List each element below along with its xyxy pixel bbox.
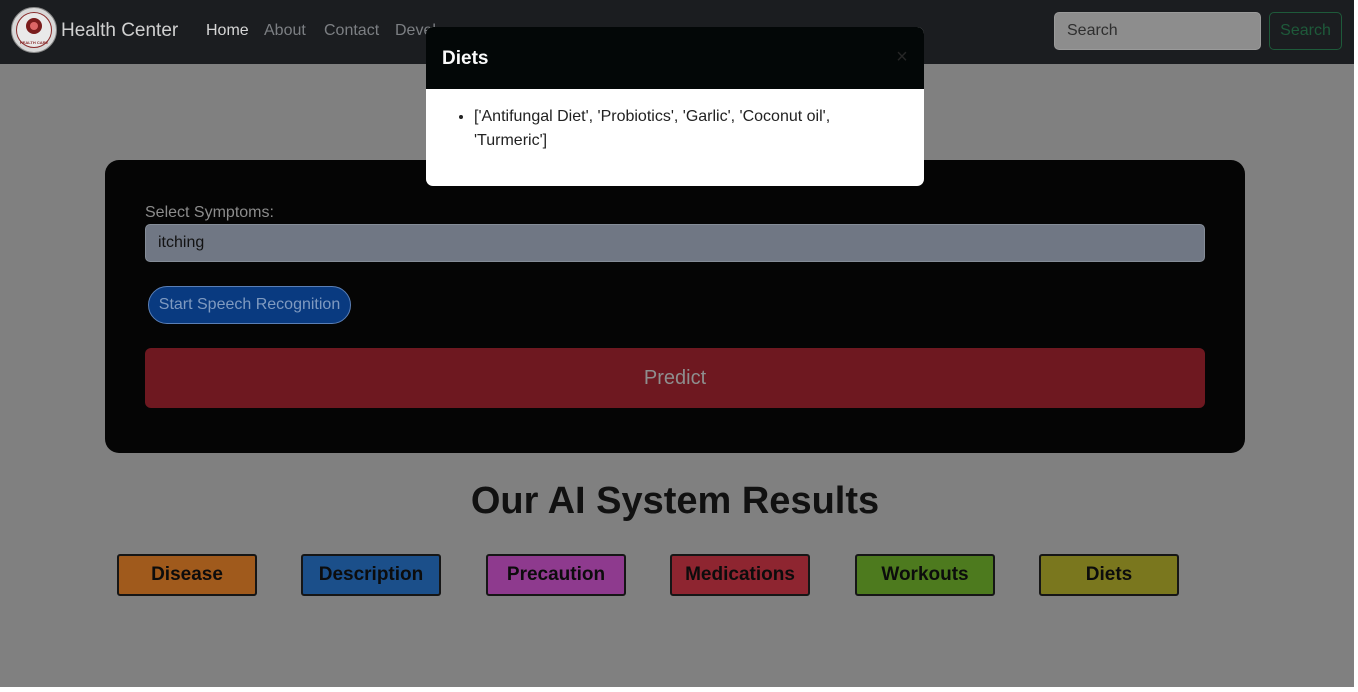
window-edge-bottom <box>0 687 1358 692</box>
health-center-logo[interactable]: HEALTH CARE <box>11 7 57 53</box>
start-speech-recognition-button[interactable]: Start Speech Recognition <box>148 286 351 324</box>
symptoms-label: Select Symptoms: <box>145 204 274 221</box>
disease-button[interactable]: Disease <box>117 554 257 596</box>
list-item: ['Antifungal Diet', 'Probiotics', 'Garli… <box>474 105 894 153</box>
modal-header: Diets × <box>426 27 924 89</box>
results-title: Our AI System Results <box>470 480 880 522</box>
modal-title: Diets <box>442 48 489 69</box>
close-icon[interactable]: × <box>892 47 912 67</box>
symptoms-input[interactable] <box>145 224 1205 262</box>
predict-button[interactable]: Predict <box>145 348 1205 408</box>
diets-button[interactable]: Diets <box>1039 554 1179 596</box>
precaution-button[interactable]: Precaution <box>486 554 626 596</box>
nav-link-home[interactable]: Home <box>206 22 249 40</box>
nav-link-about[interactable]: About <box>264 22 306 40</box>
nav-link-contact[interactable]: Contact <box>324 22 379 40</box>
window-edge <box>1354 0 1358 692</box>
medications-button[interactable]: Medications <box>670 554 810 596</box>
brand-title[interactable]: Health Center <box>61 20 178 42</box>
diets-list: ['Antifungal Diet', 'Probiotics', 'Garli… <box>474 105 894 153</box>
diets-modal: Diets × ['Antifungal Diet', 'Probiotics'… <box>426 27 924 186</box>
search-input[interactable] <box>1054 12 1261 50</box>
search-button[interactable]: Search <box>1269 12 1342 50</box>
workouts-button[interactable]: Workouts <box>855 554 995 596</box>
description-button[interactable]: Description <box>301 554 441 596</box>
